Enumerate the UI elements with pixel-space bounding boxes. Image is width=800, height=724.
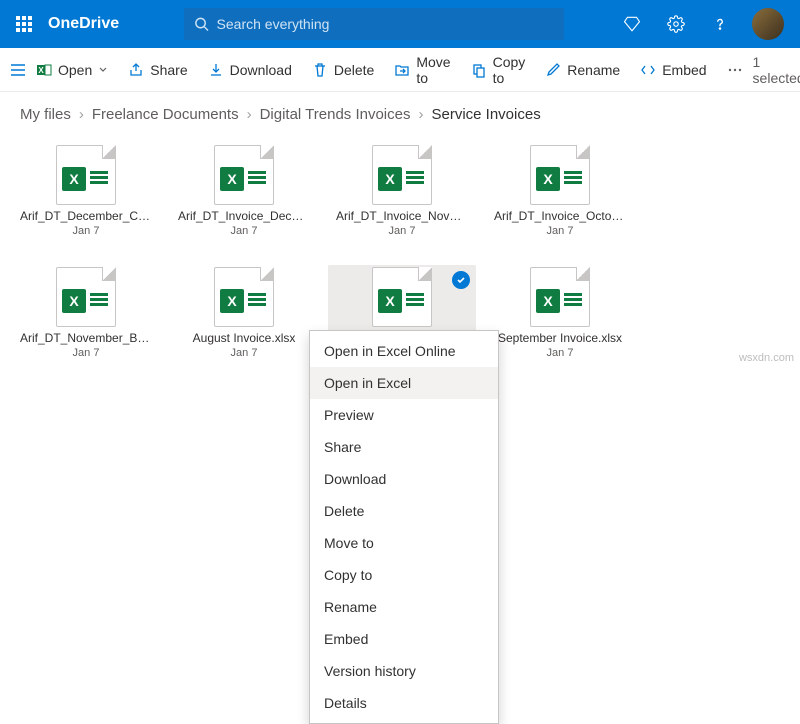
excel-file-icon: X — [372, 145, 432, 205]
selected-check-icon — [452, 271, 470, 289]
chevron-down-icon — [98, 62, 108, 78]
delete-label: Delete — [334, 62, 374, 78]
excel-file-icon: X — [56, 267, 116, 327]
context-menu-item[interactable]: Move to — [310, 527, 498, 559]
moveto-label: Move to — [416, 54, 450, 86]
premium-icon[interactable] — [612, 0, 652, 48]
file-tile[interactable]: X September Invoice.xlsx Jan 7 — [486, 265, 634, 377]
file-tile[interactable]: X August Invoice.xlsx Jan 7 — [170, 265, 318, 377]
file-tile[interactable]: X Arif_DT_Invoice_October_2… Jan 7 — [486, 143, 634, 255]
brand-title[interactable]: OneDrive — [48, 15, 135, 33]
context-menu-item[interactable]: Share — [310, 431, 498, 463]
context-menu-item[interactable]: Delete — [310, 495, 498, 527]
embed-label: Embed — [662, 62, 706, 78]
context-menu-item[interactable]: Details — [310, 687, 498, 719]
file-name: Arif_DT_November_Black_F… — [16, 331, 156, 345]
context-menu-item[interactable]: Open in Excel Online — [310, 335, 498, 367]
moveto-icon — [394, 62, 410, 78]
copyto-label: Copy to — [493, 54, 526, 86]
crumb-1[interactable]: Freelance Documents — [92, 106, 239, 123]
excel-file-icon: X — [214, 267, 274, 327]
selection-count: 1 selected — [753, 54, 800, 86]
excel-file-icon: X — [530, 267, 590, 327]
search-icon — [194, 16, 209, 32]
excel-file-icon: X — [530, 145, 590, 205]
hamburger-icon[interactable] — [10, 62, 26, 78]
file-date: Jan 7 — [547, 225, 574, 237]
file-name: Arif_DT_Invoice_November… — [332, 209, 472, 223]
context-menu-item[interactable]: Embed — [310, 623, 498, 655]
context-menu-item[interactable]: Copy to — [310, 559, 498, 591]
more-button[interactable] — [717, 56, 753, 84]
context-menu: Open in Excel OnlineOpen in ExcelPreview… — [309, 330, 499, 724]
copyto-icon — [471, 62, 487, 78]
rename-button[interactable]: Rename — [535, 56, 630, 84]
rename-icon — [545, 62, 561, 78]
copyto-button[interactable]: Copy to — [461, 48, 536, 92]
breadcrumb: My files › Freelance Documents › Digital… — [0, 92, 800, 137]
download-button[interactable]: Download — [198, 56, 302, 84]
file-date: Jan 7 — [73, 225, 100, 237]
chevron-right-icon: › — [418, 106, 423, 123]
context-menu-item[interactable]: Open in Excel — [310, 367, 498, 399]
share-label: Share — [150, 62, 187, 78]
search-input[interactable] — [217, 16, 554, 32]
file-name: September Invoice.xlsx — [490, 331, 630, 345]
file-name: Arif_DT_Invoice_October_2… — [490, 209, 630, 223]
chevron-right-icon: › — [247, 106, 252, 123]
file-name: Arif_DT_December_Cyber_… — [16, 209, 156, 223]
suite-header: OneDrive — [0, 0, 800, 48]
crumb-3: Service Invoices — [431, 106, 540, 123]
file-date: Jan 7 — [73, 347, 100, 359]
download-icon — [208, 62, 224, 78]
file-date: Jan 7 — [389, 225, 416, 237]
crumb-2[interactable]: Digital Trends Invoices — [260, 106, 411, 123]
file-name: Arif_DT_Invoice_December… — [174, 209, 314, 223]
svg-text:X: X — [38, 66, 44, 75]
user-avatar[interactable] — [752, 8, 784, 40]
delete-icon — [312, 62, 328, 78]
crumb-0[interactable]: My files — [20, 106, 71, 123]
delete-button[interactable]: Delete — [302, 56, 384, 84]
moveto-button[interactable]: Move to — [384, 48, 460, 92]
excel-file-icon: X — [56, 145, 116, 205]
file-date: Jan 7 — [231, 225, 258, 237]
open-label: Open — [58, 62, 92, 78]
more-icon — [727, 62, 743, 78]
share-button[interactable]: Share — [118, 56, 197, 84]
file-tile[interactable]: X Arif_DT_Invoice_December… Jan 7 — [170, 143, 318, 255]
watermark: wsxdn.com — [739, 352, 794, 364]
app-launcher-icon[interactable] — [0, 0, 48, 48]
embed-icon — [640, 62, 656, 78]
context-menu-item[interactable]: Rename — [310, 591, 498, 623]
file-tile[interactable]: X Arif_DT_December_Cyber_… Jan 7 — [12, 143, 160, 255]
excel-file-icon: X — [372, 267, 432, 327]
context-menu-item[interactable]: Version history — [310, 655, 498, 687]
settings-icon[interactable] — [656, 0, 696, 48]
open-button[interactable]: X Open — [26, 56, 118, 84]
command-bar: X Open Share Download Delete Move to Cop… — [0, 48, 800, 92]
rename-label: Rename — [567, 62, 620, 78]
excel-file-icon: X — [214, 145, 274, 205]
context-menu-item[interactable]: Download — [310, 463, 498, 495]
file-tile[interactable]: X Arif_DT_November_Black_F… Jan 7 — [12, 265, 160, 377]
excel-icon: X — [36, 62, 52, 78]
file-tile[interactable]: X Arif_DT_Invoice_November… Jan 7 — [328, 143, 476, 255]
file-date: Jan 7 — [547, 347, 574, 359]
context-menu-item[interactable]: Preview — [310, 399, 498, 431]
chevron-right-icon: › — [79, 106, 84, 123]
file-date: Jan 7 — [231, 347, 258, 359]
search-box[interactable] — [184, 8, 564, 40]
embed-button[interactable]: Embed — [630, 56, 716, 84]
share-icon — [128, 62, 144, 78]
download-label: Download — [230, 62, 292, 78]
file-name: August Invoice.xlsx — [174, 331, 314, 345]
help-icon[interactable] — [700, 0, 740, 48]
